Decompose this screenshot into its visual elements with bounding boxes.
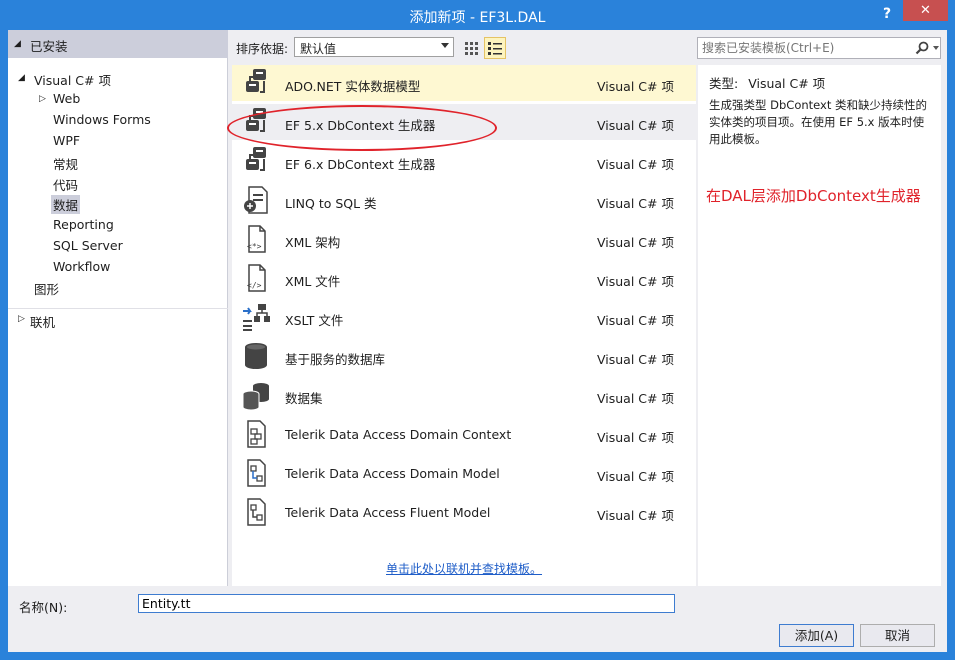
svg-text:</>: </>	[247, 281, 262, 290]
installed-header[interactable]: ◢ 已安装	[8, 30, 228, 58]
domain-model-icon	[247, 459, 266, 487]
window-title: 添加新项 - EF3L.DAL	[409, 10, 546, 26]
template-item[interactable]: Telerik Data Access Domain Model Visual …	[232, 455, 696, 491]
tree-item-sql-server[interactable]: SQL Server	[53, 238, 123, 253]
title-bar[interactable]: 添加新项 - EF3L.DAL ? ✕	[0, 0, 955, 30]
linq-to-sql-icon	[244, 186, 268, 214]
tree-item-code[interactable]: 代码	[53, 175, 78, 194]
grid-view-icon	[465, 42, 478, 55]
template-language: Visual C# 项	[597, 274, 674, 289]
collapsed-triangle-icon[interactable]: ▷	[39, 94, 46, 104]
search-options-chevron-icon[interactable]	[933, 46, 939, 50]
search-input[interactable]	[702, 40, 907, 56]
template-item[interactable]: Telerik Data Access Fluent Model Visual …	[232, 494, 696, 530]
template-item[interactable]: 基于服务的数据库 Visual C# 项	[232, 338, 696, 374]
template-name: 基于服务的数据库	[285, 352, 386, 367]
medium-icons-view-button[interactable]	[460, 37, 482, 59]
template-item[interactable]: 数据集 Visual C# 项	[232, 377, 696, 413]
name-field[interactable]	[138, 594, 675, 613]
xml-file-icon: </>	[247, 264, 266, 292]
database-icon	[245, 343, 267, 369]
collapsed-triangle-icon[interactable]: ▷	[18, 314, 25, 324]
online-header[interactable]: ▷ 联机	[8, 308, 228, 330]
annotation-note: 在DAL层添加DbContext生成器	[706, 187, 921, 205]
template-language: Visual C# 项	[597, 391, 674, 406]
template-item[interactable]: XSLT 文件 Visual C# 项	[232, 299, 696, 335]
template-name: Telerik Data Access Domain Model	[285, 466, 500, 481]
description-text: 生成强类型 DbContext 类和缺少持续性的实体类的项目项。在使用 EF 5…	[709, 98, 928, 146]
name-label: 名称(N):	[19, 600, 68, 615]
tree-item-visual-csharp[interactable]: Visual C# 项	[34, 70, 111, 89]
template-language: Visual C# 项	[597, 196, 674, 211]
add-button[interactable]: 添加(A)	[779, 624, 854, 647]
template-language: Visual C# 项	[597, 118, 674, 133]
xml-schema-icon: <*>	[247, 225, 266, 253]
fluent-model-icon	[247, 498, 266, 526]
template-item[interactable]: LINQ to SQL 类 Visual C# 项	[232, 182, 696, 218]
chevron-down-icon	[441, 43, 449, 48]
help-button[interactable]: ?	[876, 4, 898, 24]
tree-item-windows-forms[interactable]: Windows Forms	[53, 112, 151, 127]
dataset-icon	[242, 383, 269, 411]
online-header-label: 联机	[30, 315, 56, 330]
category-tree: ◢ 已安装 ◢ Visual C# 项 ▷ Web Windows Forms …	[8, 30, 228, 586]
cancel-button[interactable]: 取消	[860, 624, 935, 647]
template-name: EF 6.x DbContext 生成器	[285, 157, 436, 172]
sort-label: 排序依据:	[236, 42, 289, 56]
sort-value: 默认值	[300, 42, 337, 56]
template-language: Visual C# 项	[597, 430, 674, 445]
template-language: Visual C# 项	[597, 157, 674, 172]
dialog-client: ◢ 已安装 ◢ Visual C# 项 ▷ Web Windows Forms …	[8, 30, 947, 652]
template-item[interactable]: <*> XML 架构 Visual C# 项	[232, 221, 696, 257]
tree-item-general[interactable]: 常规	[53, 154, 78, 173]
template-name: LINQ to SQL 类	[285, 196, 377, 211]
template-item[interactable]: </> XML 文件 Visual C# 项	[232, 260, 696, 296]
template-item[interactable]: Telerik Data Access Domain Context Visua…	[232, 416, 696, 452]
template-language: Visual C# 项	[597, 352, 674, 367]
svg-text:<*>: <*>	[247, 242, 262, 251]
bottom-bar: 名称(N): 添加(A) 取消	[8, 586, 947, 652]
template-name: 数据集	[285, 391, 323, 406]
description-panel: 类型: Visual C# 项 生成强类型 DbContext 类和缺少持续性的…	[698, 65, 941, 586]
type-label: 类型:	[709, 76, 739, 91]
domain-context-icon	[247, 420, 266, 448]
close-button[interactable]: ✕	[903, 0, 948, 21]
template-language: Visual C# 项	[597, 313, 674, 328]
installed-header-label: 已安装	[30, 39, 68, 54]
list-view-icon	[488, 42, 502, 55]
description-type: 类型: Visual C# 项	[709, 73, 825, 92]
template-language: Visual C# 项	[597, 508, 674, 523]
tree-item-graphics[interactable]: 图形	[34, 279, 59, 298]
tree-item-web[interactable]: Web	[53, 91, 80, 106]
template-language: Visual C# 项	[597, 469, 674, 484]
template-item[interactable]: ADO.NET 实体数据模型 Visual C# 项	[232, 65, 696, 101]
expanded-triangle-icon[interactable]: ◢	[14, 39, 21, 49]
entity-model-icon	[246, 69, 266, 93]
xslt-file-icon	[243, 304, 270, 331]
template-language: Visual C# 项	[597, 235, 674, 250]
type-value: Visual C# 项	[748, 76, 826, 91]
template-name: XSLT 文件	[285, 313, 344, 328]
tree-item-data[interactable]: 数据	[51, 195, 81, 214]
template-search-box[interactable]	[697, 37, 941, 59]
search-icon[interactable]	[914, 40, 930, 56]
highlight-ellipse	[227, 105, 497, 151]
template-name: XML 文件	[285, 274, 341, 289]
expanded-triangle-icon[interactable]: ◢	[18, 73, 25, 83]
template-name: ADO.NET 实体数据模型	[285, 79, 421, 94]
tree-item-wpf[interactable]: WPF	[53, 133, 80, 148]
template-name: Telerik Data Access Fluent Model	[285, 505, 491, 520]
template-name: XML 架构	[285, 235, 341, 250]
add-new-item-dialog: 添加新项 - EF3L.DAL ? ✕ ◢ 已安装 ◢ Visual C# 项 …	[0, 0, 955, 660]
online-templates-link[interactable]: 单击此处以联机并查找模板。	[386, 560, 542, 577]
list-view-button[interactable]	[484, 37, 506, 59]
dbcontext-generator-icon	[246, 147, 266, 171]
template-language: Visual C# 项	[597, 79, 674, 94]
sort-dropdown[interactable]: 默认值	[294, 37, 454, 57]
tree-item-workflow[interactable]: Workflow	[53, 259, 110, 274]
tree-item-reporting[interactable]: Reporting	[53, 217, 114, 232]
template-name: Telerik Data Access Domain Context	[285, 427, 512, 442]
